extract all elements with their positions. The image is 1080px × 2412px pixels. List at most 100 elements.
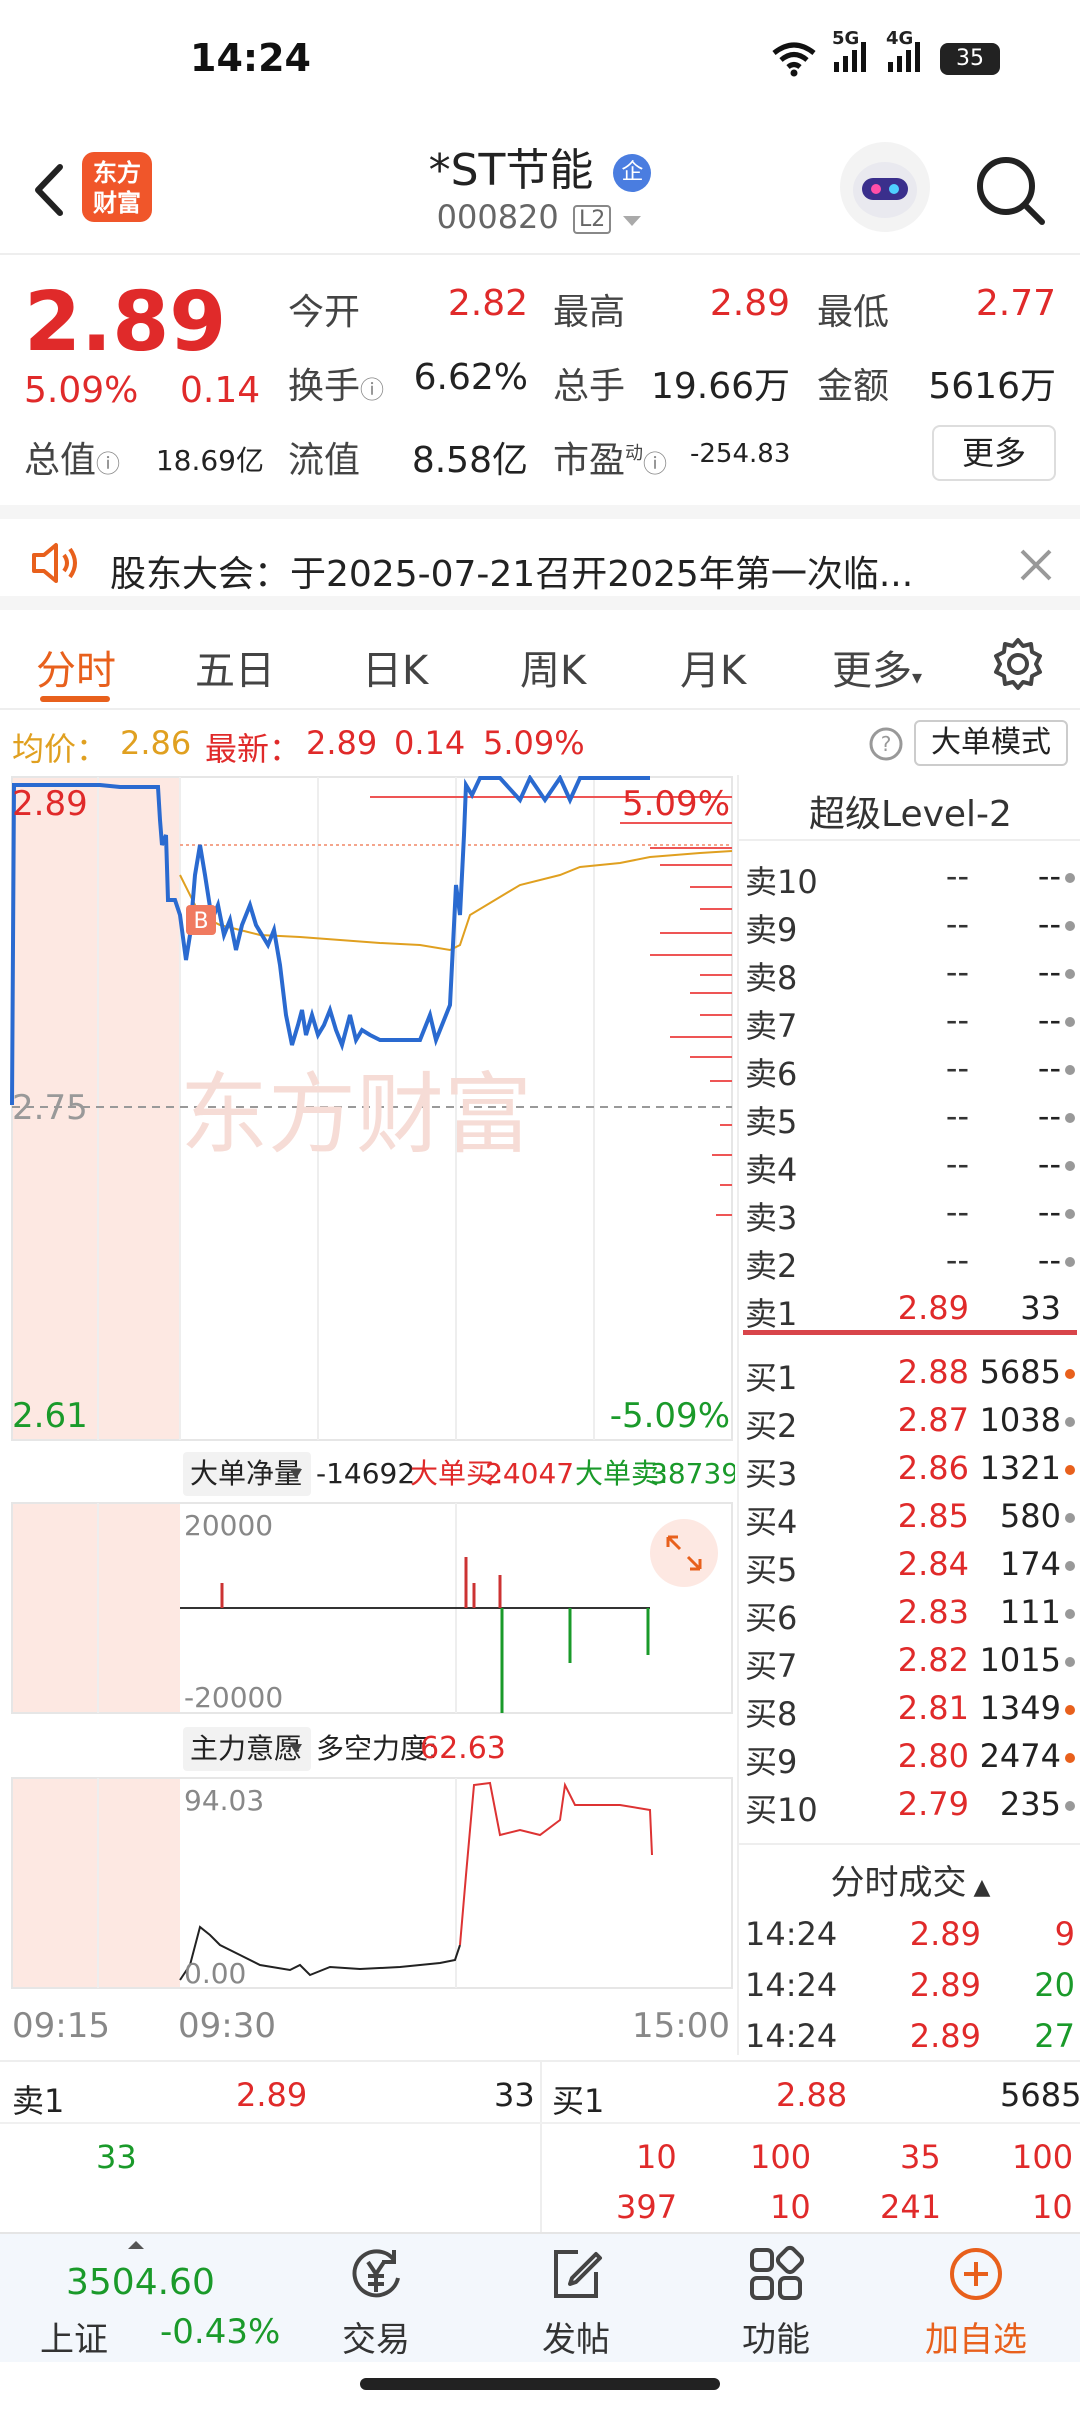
bid-row-clipped [739,1833,1080,1843]
notice-text: 股东大会：于2025-07-21召开2025年第一次临... [110,554,914,595]
net-volume-label: 大单净量 [190,1457,302,1490]
level-volume: -- [1037,1145,1061,1183]
level-name: 卖2 [745,1247,798,1285]
level-volume: 2474 [979,1737,1061,1775]
close-icon[interactable] [1018,547,1054,583]
caret-down-icon: ▾ [912,665,923,689]
ask-row[interactable]: 卖10 -- -- [739,857,1080,905]
tick-price: 2.89 [909,1966,981,2004]
mktcap-label[interactable]: 总值ⓘ [24,431,120,483]
price-axis-bottom: 2.61 [12,1396,88,1436]
stock-header: 东方 财富 *ST节能 企 000820 L2 [0,120,1080,255]
home-indicator[interactable] [360,2378,720,2390]
status-dot-icon [1065,1417,1075,1427]
status-dot-icon [1065,1065,1075,1075]
bid-row[interactable]: 买1 2.88 5685 [739,1353,1080,1401]
bid-row[interactable]: 买5 2.84 174 [739,1545,1080,1593]
yen-cycle-icon [352,2249,400,2298]
ask-row[interactable]: 卖9 -- -- [739,905,1080,953]
level-tag: L2 [572,204,612,234]
ticks-title[interactable]: 分时成交 ▲ [739,1855,1080,1904]
big-sell-value: 38739 [650,1457,735,1490]
caret-up-icon [128,2241,144,2249]
ask-row[interactable]: 卖6 -- -- [739,1049,1080,1097]
bid-row[interactable]: 买9 2.80 2474 [739,1737,1080,1785]
queue-bid-order: 241 [880,2188,942,2226]
intraday-chart[interactable]: 东方财富 B 2.89 2.75 2.61 5.09% -5.09% 大单净量 … [0,775,735,2055]
nav-functions-label: 功能 [742,2320,810,2360]
ask-row[interactable]: 卖2 -- -- [739,1241,1080,1289]
bid-row[interactable]: 买7 2.82 1015 [739,1641,1080,1689]
bid-row[interactable]: 买8 2.81 1349 [739,1689,1080,1737]
time-axis-mid: 09:30 [178,2006,276,2046]
level-volume: 1321 [979,1449,1061,1487]
ask-row[interactable]: 卖3 -- -- [739,1193,1080,1241]
level-volume: -- [1037,1241,1061,1279]
search-icon[interactable] [970,150,1050,230]
level-name: 买3 [745,1455,798,1493]
level-name: 卖1 [745,1295,798,1333]
bid-row[interactable]: 买4 2.85 580 [739,1497,1080,1545]
nav-trade[interactable]: 交易 [276,2234,476,2364]
tab-weekly-k[interactable]: 周K [520,638,586,696]
tab-daily-k[interactable]: 日K [362,638,428,696]
bid-row[interactable]: 买2 2.87 1038 [739,1401,1080,1449]
expand-button[interactable] [650,1519,718,1587]
tab-more[interactable]: 更多▾ [832,638,922,696]
level-name: 买7 [745,1647,798,1685]
tab-five-day[interactable]: 五日 [195,638,275,696]
ask-row[interactable]: 卖8 -- -- [739,953,1080,1001]
status-dot-icon [1065,1801,1075,1811]
help-icon[interactable]: ? [868,726,904,762]
nav-add-watchlist[interactable]: 加自选 [876,2234,1076,2364]
tick-time: 14:24 [745,2017,838,2055]
pct-axis-bottom: -5.09% [610,1396,730,1436]
level-volume: 111 [999,1593,1061,1631]
big-order-mode-button[interactable]: 大单模式 [914,720,1068,766]
turnover-label[interactable]: 换手ⓘ [288,357,384,409]
last-price: 2.89 [24,275,227,370]
bid-row[interactable]: 买3 2.86 1321 [739,1449,1080,1497]
status-dot-icon [1065,1209,1075,1219]
notice-bar[interactable]: 股东大会：于2025-07-21召开2025年第一次临... [0,505,1080,610]
tick-volume: 9 [1054,1915,1075,1953]
price-axis-top: 2.89 [12,784,88,824]
nav-post[interactable]: 发帖 [476,2234,676,2364]
ask-row[interactable]: 卖5 -- -- [739,1097,1080,1145]
add-circle-icon [950,2248,1002,2300]
pe-value: -254.83 [690,439,791,469]
status-dot-icon [1065,873,1075,883]
bid-row[interactable]: 买6 2.83 111 [739,1593,1080,1641]
edit-icon [554,2250,602,2298]
status-dot-icon [1065,1705,1075,1715]
gear-icon[interactable] [990,636,1046,692]
order-book-title[interactable]: 超级Level-2 [739,785,1080,837]
nav-trade-label: 交易 [342,2320,410,2360]
ask-row[interactable]: 卖4 -- -- [739,1145,1080,1193]
level-name: 卖3 [745,1199,798,1237]
queue-bid-order: 10 [770,2188,811,2226]
status-dot-icon [1065,1257,1075,1267]
low-label: 最低 [817,292,890,333]
level-volume: 5685 [979,1353,1061,1391]
tab-monthly-k[interactable]: 月K [680,638,746,696]
queue-bid-order: 10 [1032,2188,1073,2226]
index-ticker[interactable]: 3504.60 上证 -0.43% [0,2234,280,2364]
tab-intraday[interactable]: 分时 [36,638,116,696]
status-dot-icon [1065,1113,1075,1123]
status-dot-icon [1065,1465,1075,1475]
high-label: 最高 [553,292,626,333]
ask-row[interactable]: 卖7 -- -- [739,1001,1080,1049]
pe-label[interactable]: 市盈动ⓘ [553,431,667,483]
time-axis-start: 09:15 [12,2006,110,2046]
tick-time: 14:24 [745,1966,838,2004]
intraday-chart-area: 东方财富 B 2.89 2.75 2.61 5.09% -5.09% 大单净量 … [0,775,735,2055]
bid-row[interactable]: 买10 2.79 235 [739,1785,1080,1833]
robot-avatar[interactable] [840,142,930,232]
latest-percent: 5.09% [483,724,585,762]
float-value: 8.58亿 [411,440,528,481]
status-dot-icon [1065,1513,1075,1523]
more-button[interactable]: 更多 [932,425,1056,481]
queue-bid-order: 100 [1012,2138,1074,2176]
nav-functions[interactable]: 功能 [676,2234,876,2364]
